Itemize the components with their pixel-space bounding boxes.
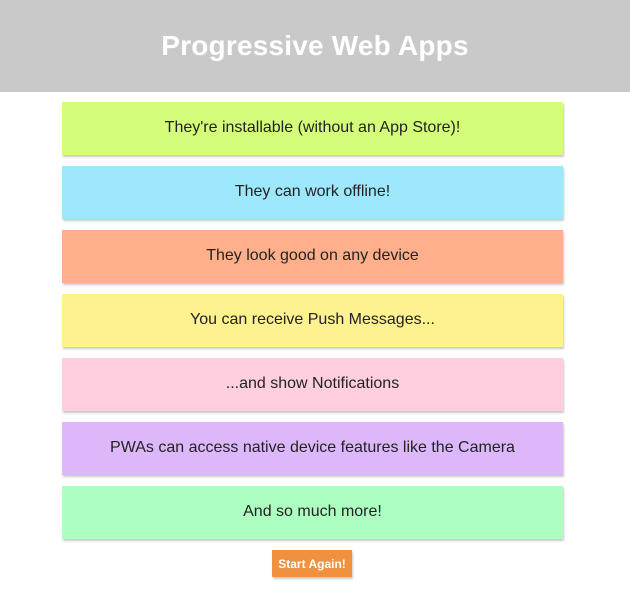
feature-card-offline: They can work offline! <box>62 166 563 219</box>
feature-card-list: They're installable (without an App Stor… <box>62 102 563 550</box>
start-again-button[interactable]: Start Again! <box>272 550 352 577</box>
feature-card-native-features: PWAs can access native device features l… <box>62 422 563 475</box>
feature-card-responsive: They look good on any device <box>62 230 563 283</box>
feature-card-more: And so much more! <box>62 486 563 539</box>
feature-card-push-messages: You can receive Push Messages... <box>62 294 563 347</box>
feature-card-notifications: ...and show Notifications <box>62 358 563 411</box>
page-title: Progressive Web Apps <box>161 30 469 61</box>
feature-card-installable: They're installable (without an App Stor… <box>62 102 563 155</box>
app-header: Progressive Web Apps <box>0 0 630 92</box>
